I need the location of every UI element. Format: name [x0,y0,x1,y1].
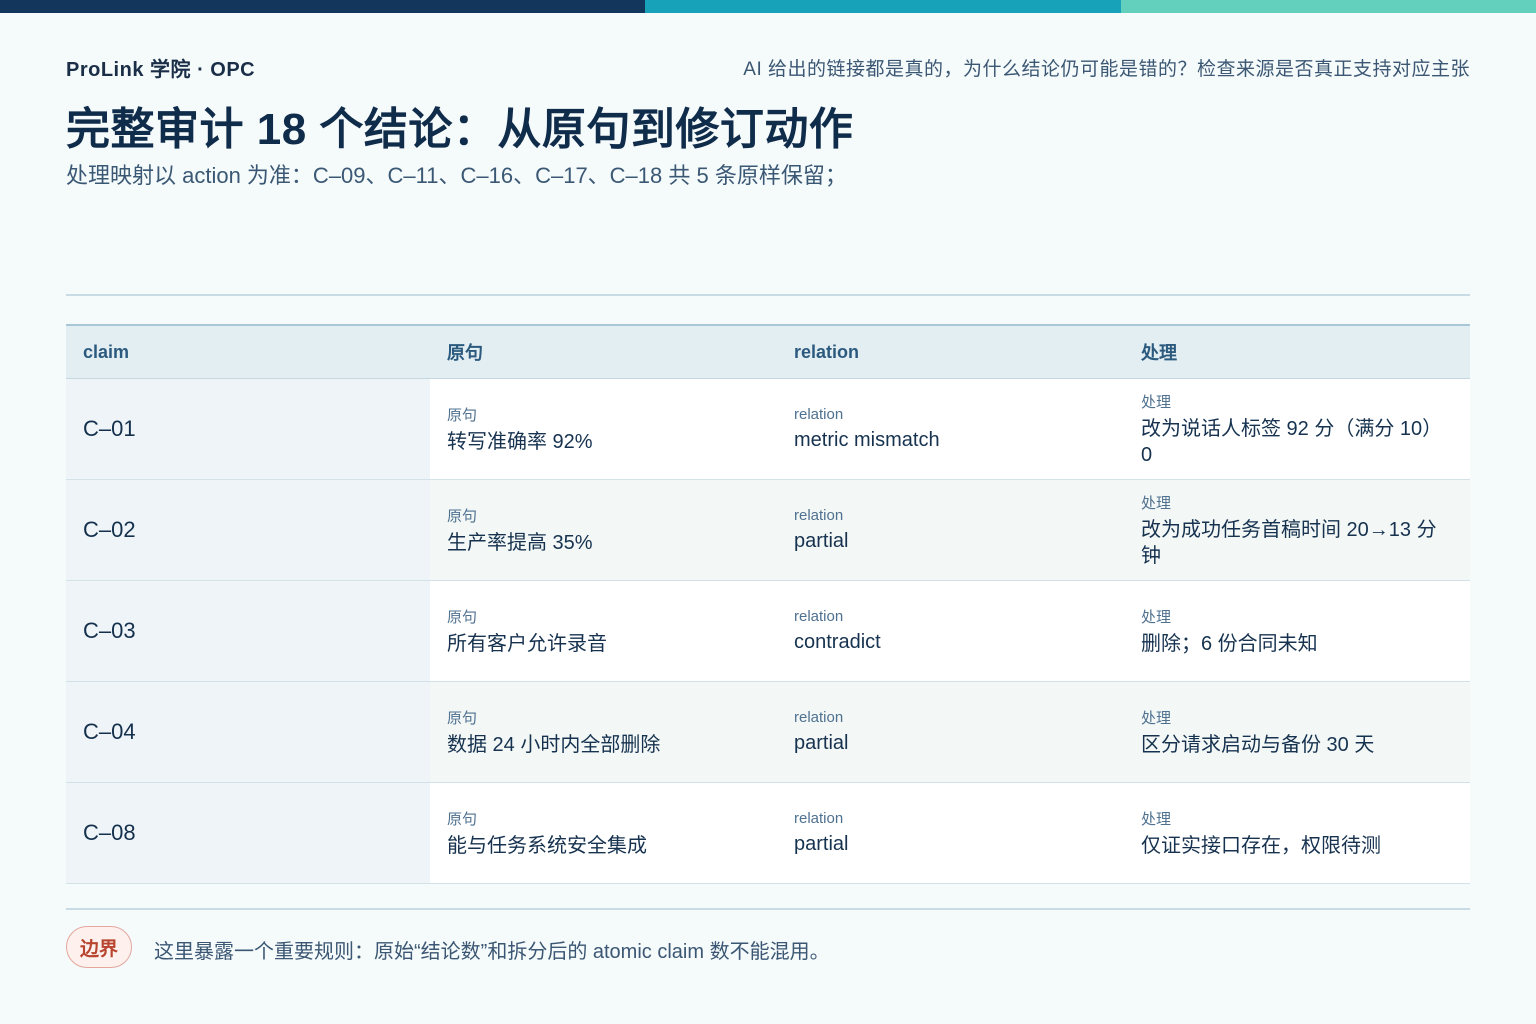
cell-label: relation [794,405,844,423]
claim-id: C–01 [66,379,430,479]
cell-label: 原句 [447,507,478,525]
action-value: 删除；6 份合同未知 [1141,632,1318,655]
top-accent-bar [0,0,1536,13]
action-cell: 处理 仅证实接口存在，权限待测 [1124,783,1470,883]
claim-id: C–03 [66,581,430,681]
sentence-value: 所有客户允许录音 [447,632,607,655]
page-title: 完整审计 18 个结论：从原句到修订动作 [66,105,854,154]
relation-value: partial [794,529,849,552]
table-row: C–04 原句 数据 24 小时内全部删除 relation partial 处… [66,682,1470,783]
claim-id: C–04 [66,682,430,782]
accent-segment-teal [645,0,1121,13]
accent-segment-mint [1121,0,1536,13]
cell-label: 处理 [1141,393,1172,411]
table-row: C–03 原句 所有客户允许录音 relation contradict 处理 … [66,581,1470,682]
boundary-note: 这里暴露一个重要规则：原始“结论数”和拆分后的 atomic claim 数不能… [154,941,830,963]
cell-label: relation [794,607,844,625]
cell-label: 处理 [1141,608,1172,626]
sentence-value: 数据 24 小时内全部删除 [447,733,661,756]
cell-label: relation [794,708,844,726]
action-value: 改为成功任务首稿时间 20→13 分钟 [1141,518,1437,567]
action-value: 区分请求启动与备份 30 天 [1141,733,1375,756]
action-cell: 处理 区分请求启动与备份 30 天 [1124,682,1470,782]
cell-label: 处理 [1141,810,1172,828]
sentence-cell: 原句 能与任务系统安全集成 [430,783,777,883]
relation-value: partial [794,731,849,754]
column-header-relation: relation [794,341,860,362]
claim-id: C–02 [66,480,430,580]
relation-value: metric mismatch [794,428,940,451]
cell-label: 原句 [447,709,478,727]
cell-label: 原句 [447,810,478,828]
claims-table: claim 原句 relation 处理 C–01 原句 转写准确率 92% r… [66,324,1470,884]
column-header-sentence: 原句 [447,343,483,363]
sentence-cell: 原句 所有客户允许录音 [430,581,777,681]
action-cell: 处理 删除；6 份合同未知 [1124,581,1470,681]
divider-bottom [66,908,1470,910]
table-row: C–02 原句 生产率提高 35% relation partial 处理 改为… [66,480,1470,581]
sentence-value: 转写准确率 92% [447,430,593,453]
divider-top [66,294,1470,296]
sentence-value: 生产率提高 35% [447,531,593,554]
action-cell: 处理 改为成功任务首稿时间 20→13 分钟 [1124,480,1470,580]
relation-value: contradict [794,630,881,653]
cell-label: 处理 [1141,494,1172,512]
relation-cell: relation partial [777,682,1124,782]
sentence-cell: 原句 数据 24 小时内全部删除 [430,682,777,782]
claim-id: C–08 [66,783,430,883]
brand-label: ProLink 学院 · OPC [66,59,256,81]
cell-label: relation [794,809,844,827]
sentence-cell: 原句 生产率提高 35% [430,480,777,580]
accent-segment-navy [0,0,645,13]
action-cell: 处理 改为说话人标签 92 分（满分 10）0 [1124,379,1470,479]
sentence-value: 能与任务系统安全集成 [447,834,647,857]
cell-label: 原句 [447,608,478,626]
sentence-cell: 原句 转写准确率 92% [430,379,777,479]
action-value: 仅证实接口存在，权限待测 [1141,834,1381,857]
table-header: claim 原句 relation 处理 [66,326,1470,379]
cell-label: 原句 [447,406,478,424]
relation-cell: relation contradict [777,581,1124,681]
relation-value: partial [794,832,849,855]
relation-cell: relation metric mismatch [777,379,1124,479]
relation-cell: relation partial [777,480,1124,580]
cell-label: 处理 [1141,709,1172,727]
table-row: C–01 原句 转写准确率 92% relation metric mismat… [66,379,1470,480]
action-value: 改为说话人标签 92 分（满分 10）0 [1141,417,1443,466]
boundary-tag: 边界 [66,926,132,968]
relation-cell: relation partial [777,783,1124,883]
cell-label: relation [794,506,844,524]
table-row: C–08 原句 能与任务系统安全集成 relation partial 处理 仅… [66,783,1470,884]
column-header-action: 处理 [1141,343,1177,363]
page-subtitle: 处理映射以 action 为准：C–09、C–11、C–16、C–17、C–18… [66,163,847,188]
header-question: AI 给出的链接都是真的，为什么结论仍可能是错的？检查来源是否真正支持对应主张 [743,59,1470,80]
column-header-claim: claim [83,341,130,362]
